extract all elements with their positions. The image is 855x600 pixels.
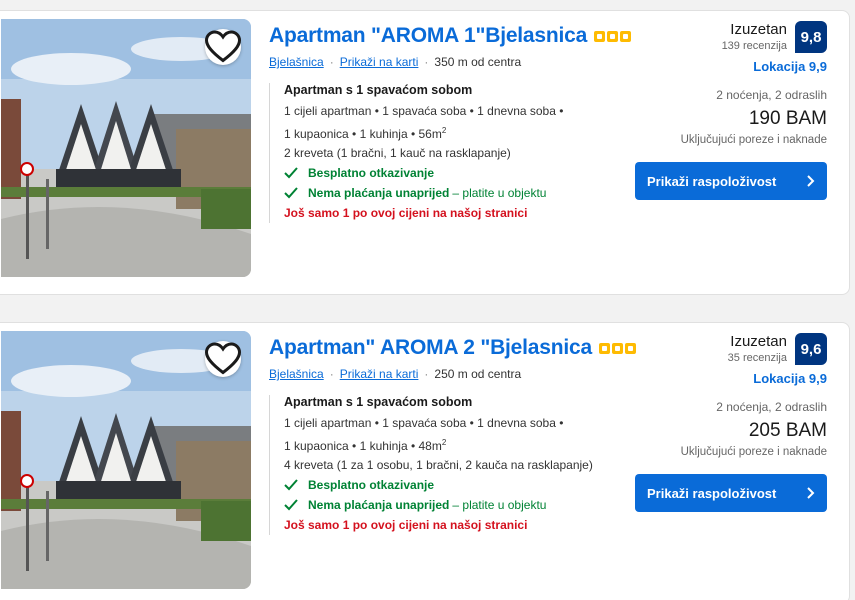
review-score-word: Izuzetan: [730, 21, 787, 38]
square-star-icon: [607, 30, 619, 42]
property-photo[interactable]: [1, 19, 251, 277]
location-score: Lokacija 9,9: [753, 371, 827, 386]
check-icon: [284, 187, 298, 199]
price-panel: Izuzetan 139 recenzija 9,8 Lokacija 9,9 …: [627, 21, 827, 200]
favorite-button[interactable]: [205, 341, 241, 377]
listing-title-link[interactable]: Apartman "AROMA 1"Bjelasnica: [269, 24, 587, 48]
property-photo[interactable]: [1, 331, 251, 589]
price: 205 BAM: [748, 420, 827, 441]
listing-card[interactable]: Apartman" AROMA 2 "Bjelasnica Bjelašnica…: [0, 322, 850, 600]
heart-icon: [205, 342, 241, 375]
show-availability-button[interactable]: Prikaži raspoloživost: [635, 474, 827, 512]
square-star-icon: [611, 342, 623, 354]
heart-icon: [205, 30, 241, 63]
room-details: Apartman s 1 spavaćom sobom 1 cijeli apa…: [269, 83, 669, 223]
show-on-map-link[interactable]: Prikaži na karti: [340, 367, 419, 381]
review-score-badge: 9,8: [795, 21, 827, 53]
room-size: 1 kupaonica • 1 kuhinja • 48m2: [284, 438, 447, 453]
bed-info: 4 kreveta (1 za 1 osobu, 1 bračni, 2 kau…: [284, 458, 593, 472]
room-type: Apartman s 1 spavaćom sobom: [284, 83, 473, 97]
distance-text: 250 m od centra: [434, 367, 522, 381]
check-icon: [284, 499, 298, 511]
review-count: 139 recenzija: [721, 40, 787, 52]
listing-title-link[interactable]: Apartman" AROMA 2 "Bjelasnica: [269, 336, 592, 360]
free-cancellation: Besplatno otkazivanje: [284, 163, 669, 183]
show-on-map-link[interactable]: Prikaži na karti: [340, 55, 419, 69]
taxes-note: Uključujući poreze i naknade: [680, 446, 827, 458]
room-composition: 1 cijeli apartman • 1 spavaća soba • 1 d…: [284, 104, 564, 118]
location-link[interactable]: Bjelašnica: [269, 367, 324, 381]
favorite-button[interactable]: [205, 29, 241, 65]
check-icon: [284, 479, 298, 491]
review-score-badge: 9,6: [795, 333, 827, 365]
location-link[interactable]: Bjelašnica: [269, 55, 324, 69]
stay-summary: 2 noćenja, 2 odraslih: [716, 88, 827, 102]
location-score: Lokacija 9,9: [753, 59, 827, 74]
scarcity-warning: Još samo 1 po ovoj cijeni na našoj stran…: [284, 518, 528, 532]
listing-info: Apartman "AROMA 1"Bjelasnica Bjelašnica …: [269, 21, 669, 223]
room-size: 1 kupaonica • 1 kuhinja • 56m2: [284, 126, 447, 141]
free-cancellation: Besplatno otkazivanje: [284, 475, 669, 495]
taxes-note: Uključujući poreze i naknade: [680, 134, 827, 146]
chevron-right-icon: [807, 487, 815, 499]
room-details: Apartman s 1 spavaćom sobom 1 cijeli apa…: [269, 395, 669, 535]
room-type: Apartman s 1 spavaćom sobom: [284, 395, 473, 409]
stay-summary: 2 noćenja, 2 odraslih: [716, 400, 827, 414]
rating-stars: [594, 30, 632, 42]
show-availability-button[interactable]: Prikaži raspoloživost: [635, 162, 827, 200]
scarcity-warning: Još samo 1 po ovoj cijeni na našoj stran…: [284, 206, 528, 220]
room-composition: 1 cijeli apartman • 1 spavaća soba • 1 d…: [284, 416, 564, 430]
no-prepayment: Nema plaćanja unaprijed – platite u obje…: [284, 183, 669, 203]
listing-info: Apartman" AROMA 2 "Bjelasnica Bjelašnica…: [269, 333, 669, 535]
square-star-icon: [594, 30, 606, 42]
chevron-right-icon: [807, 175, 815, 187]
price-panel: Izuzetan 35 recenzija 9,6 Lokacija 9,9 2…: [627, 333, 827, 512]
square-star-icon: [598, 342, 610, 354]
review-count: 35 recenzija: [727, 352, 787, 364]
review-score-word: Izuzetan: [730, 333, 787, 350]
no-prepayment: Nema plaćanja unaprijed – platite u obje…: [284, 495, 669, 515]
distance-text: 350 m od centra: [434, 55, 522, 69]
listing-card[interactable]: Apartman "AROMA 1"Bjelasnica Bjelašnica …: [0, 10, 850, 295]
check-icon: [284, 167, 298, 179]
price: 190 BAM: [748, 108, 827, 129]
bed-info: 2 kreveta (1 bračni, 1 kauč na rasklapan…: [284, 146, 511, 160]
